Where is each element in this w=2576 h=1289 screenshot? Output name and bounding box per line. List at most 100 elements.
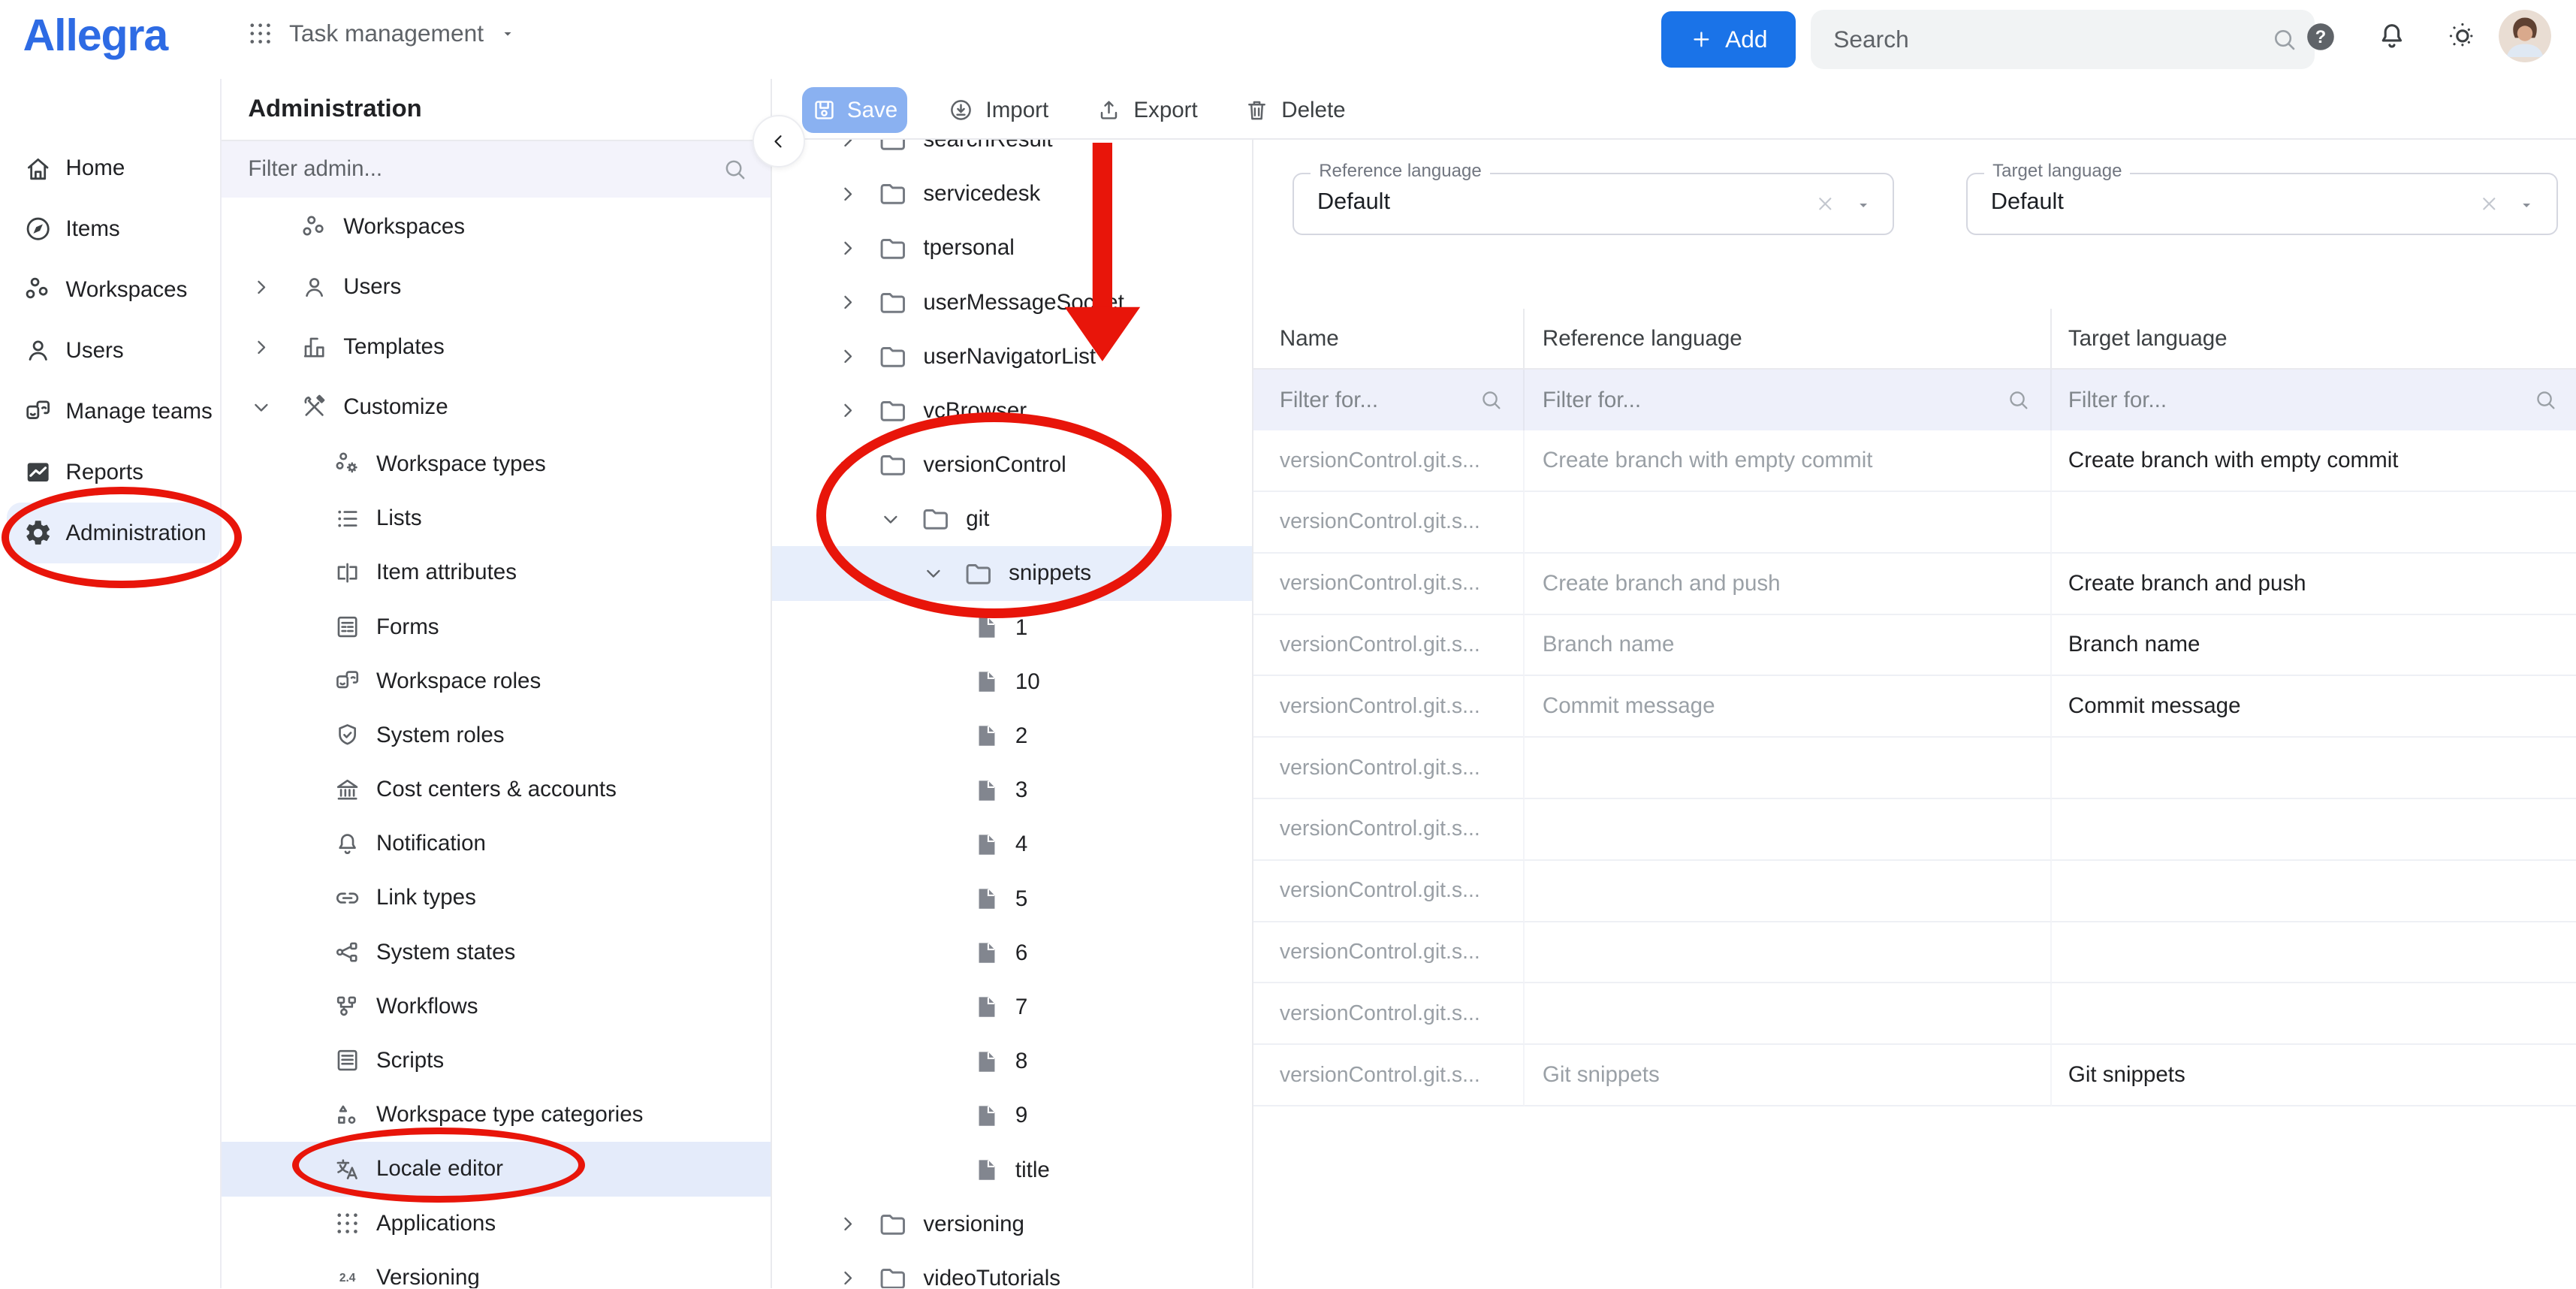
column-header-target[interactable]: Target language <box>2052 309 2576 370</box>
expander-chevron-icon[interactable] <box>831 453 864 478</box>
filter-name-input[interactable]: Filter for... <box>1253 370 1525 430</box>
cell-name[interactable]: versionControl.git.s... <box>1253 554 1525 615</box>
theme-sun-icon[interactable] <box>2446 20 2479 53</box>
filter-reference-input[interactable]: Filter for... <box>1525 370 2052 430</box>
cell-target-value[interactable] <box>2052 738 2576 799</box>
cell-target-value[interactable]: Branch name <box>2052 615 2576 677</box>
app-switcher[interactable]: Task management <box>246 20 517 47</box>
cell-target-value[interactable] <box>2052 861 2576 922</box>
expander-chevron-icon[interactable] <box>831 290 864 315</box>
delete-button[interactable]: Delete <box>1244 87 1346 133</box>
add-button[interactable]: Add <box>1661 11 1796 67</box>
cell-name[interactable]: versionControl.git.s... <box>1253 799 1525 861</box>
expander-chevron-icon[interactable] <box>917 561 950 586</box>
cell-target-value[interactable] <box>2052 983 2576 1045</box>
reference-language-select[interactable]: Reference language Default <box>1293 173 1894 235</box>
collapse-panel-button[interactable] <box>753 115 805 168</box>
search-input[interactable]: Search <box>1811 10 2315 69</box>
cell-name[interactable]: versionControl.git.s... <box>1253 922 1525 984</box>
sidebar-item[interactable]: Workspaces <box>0 260 220 321</box>
tree-item[interactable]: videoTutorials <box>772 1251 1252 1288</box>
cell-name[interactable]: versionControl.git.s... <box>1253 430 1525 492</box>
tree-item[interactable]: 9 <box>772 1088 1252 1143</box>
column-header-reference[interactable]: Reference language <box>1525 309 2052 370</box>
expander-chevron-icon[interactable] <box>831 140 864 152</box>
cell-name[interactable]: versionControl.git.s... <box>1253 861 1525 922</box>
tree-item[interactable]: searchResult <box>772 140 1252 167</box>
admin-tree-item[interactable]: Workspace roles <box>222 654 771 708</box>
admin-tree-item[interactable]: System states <box>222 925 771 980</box>
admin-tree-item[interactable]: Scripts <box>222 1034 771 1088</box>
user-avatar[interactable] <box>2499 10 2551 62</box>
cell-name[interactable]: versionControl.git.s... <box>1253 983 1525 1045</box>
admin-tree-item[interactable]: Applications <box>222 1197 771 1251</box>
sidebar-item[interactable]: Items <box>0 199 220 260</box>
expander-chevron-icon[interactable] <box>831 344 864 369</box>
sidebar-item[interactable]: Administration <box>7 503 221 563</box>
tree-item[interactable]: snippets <box>772 546 1252 600</box>
cell-name[interactable]: versionControl.git.s... <box>1253 492 1525 554</box>
admin-tree-item[interactable]: Forms <box>222 599 771 654</box>
cell-name[interactable]: versionControl.git.s... <box>1253 676 1525 738</box>
filter-target-input[interactable]: Filter for... <box>2052 370 2576 430</box>
tree-item[interactable]: userMessageSocket <box>772 275 1252 329</box>
sidebar-item[interactable]: Manage teams <box>0 382 220 442</box>
expander-chevron-icon[interactable] <box>245 275 278 300</box>
tree-item[interactable]: 3 <box>772 763 1252 817</box>
expander-chevron-icon[interactable] <box>245 395 278 420</box>
tree-item[interactable]: 7 <box>772 980 1252 1034</box>
admin-tree-item[interactable]: Workspaces <box>222 198 771 258</box>
tree-item[interactable]: git <box>772 492 1252 546</box>
admin-tree-item[interactable]: Workspace type categories <box>222 1088 771 1142</box>
cell-target-value[interactable] <box>2052 922 2576 984</box>
tree-item[interactable]: 4 <box>772 817 1252 871</box>
expander-chevron-icon[interactable] <box>831 182 864 207</box>
tree-item[interactable]: 6 <box>772 926 1252 980</box>
dropdown-caret-icon[interactable] <box>2517 195 2536 215</box>
tree-item[interactable]: tpersonal <box>772 221 1252 275</box>
target-language-select[interactable]: Target language Default <box>1966 173 2558 235</box>
cell-target-value[interactable] <box>2052 492 2576 554</box>
expander-chevron-icon[interactable] <box>831 398 864 423</box>
tree-item[interactable]: 2 <box>772 709 1252 763</box>
tree-item[interactable]: versionControl <box>772 438 1252 492</box>
admin-tree-item[interactable]: Workspace types <box>222 437 771 491</box>
clear-icon[interactable] <box>2478 192 2501 216</box>
notifications-bell-icon[interactable] <box>2375 20 2409 53</box>
tree-item[interactable]: versioning <box>772 1197 1252 1251</box>
admin-tree-item[interactable]: Lists <box>222 491 771 545</box>
cell-name[interactable]: versionControl.git.s... <box>1253 1045 1525 1106</box>
admin-tree-item[interactable]: Locale editor <box>222 1142 771 1196</box>
import-button[interactable]: Import <box>948 87 1048 133</box>
cell-target-value[interactable]: Git snippets <box>2052 1045 2576 1106</box>
cell-name[interactable]: versionControl.git.s... <box>1253 738 1525 799</box>
clear-icon[interactable] <box>1814 192 1837 216</box>
cell-name[interactable]: versionControl.git.s... <box>1253 615 1525 677</box>
expander-chevron-icon[interactable] <box>831 1212 864 1236</box>
admin-tree-item[interactable]: Link types <box>222 871 771 925</box>
sidebar-item[interactable]: Home <box>0 138 220 199</box>
admin-tree-item[interactable]: Item attributes <box>222 545 771 599</box>
cell-target-value[interactable] <box>2052 799 2576 861</box>
expander-chevron-icon[interactable] <box>831 1266 864 1288</box>
sidebar-item[interactable]: Reports <box>0 442 220 503</box>
admin-tree-item[interactable]: Versioning <box>222 1251 771 1288</box>
admin-tree-item[interactable]: Users <box>222 257 771 317</box>
admin-tree-item[interactable]: Cost centers & accounts <box>222 762 771 817</box>
cell-target-value[interactable]: Create branch and push <box>2052 554 2576 615</box>
expander-chevron-icon[interactable] <box>874 507 907 532</box>
admin-tree-item[interactable]: Templates <box>222 317 771 377</box>
tree-item[interactable]: vcBrowser <box>772 384 1252 438</box>
admin-tree-item[interactable]: System roles <box>222 708 771 762</box>
admin-tree-item[interactable]: Customize <box>222 377 771 437</box>
tree-item[interactable]: 5 <box>772 871 1252 925</box>
admin-filter-input[interactable]: Filter admin... <box>222 140 771 198</box>
tree-item[interactable]: userNavigatorList <box>772 330 1252 384</box>
tree-item[interactable]: servicedesk <box>772 167 1252 221</box>
expander-chevron-icon[interactable] <box>831 236 864 261</box>
cell-target-value[interactable]: Create branch with empty commit <box>2052 430 2576 492</box>
tree-item[interactable]: 8 <box>772 1034 1252 1088</box>
sidebar-item[interactable]: Users <box>0 321 220 382</box>
dropdown-caret-icon[interactable] <box>1854 195 1873 215</box>
tree-item[interactable]: title <box>772 1143 1252 1197</box>
